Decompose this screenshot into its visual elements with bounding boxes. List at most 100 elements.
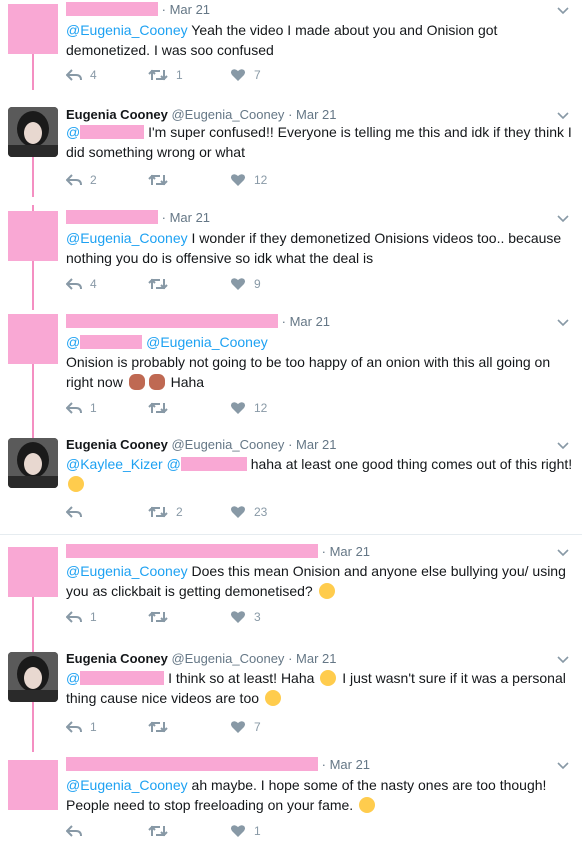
tweet-1[interactable]: · Mar 21 @Eugenia_Cooney Yeah the video … <box>0 0 582 95</box>
reply-icon <box>66 721 82 733</box>
retweet-button[interactable] <box>148 720 176 734</box>
reply-button[interactable]: 1 <box>66 401 97 415</box>
caret-down-icon[interactable] <box>556 212 570 226</box>
mention-link[interactable]: @ <box>167 456 181 472</box>
avatar[interactable] <box>8 107 58 157</box>
like-button[interactable]: 7 <box>230 720 261 734</box>
display-name[interactable]: Eugenia Cooney <box>66 107 168 122</box>
like-icon <box>231 278 245 290</box>
smiling-face-icon <box>320 670 337 686</box>
mention-link[interactable]: @Eugenia_Cooney <box>146 334 268 350</box>
tweet-date[interactable]: Mar 21 <box>330 544 370 559</box>
tweet-date[interactable]: Mar 21 <box>296 651 336 666</box>
mention-link[interactable]: @Eugenia_Cooney <box>66 22 188 38</box>
display-name[interactable]: Eugenia Cooney <box>66 437 168 452</box>
avatar-redacted[interactable] <box>8 760 58 810</box>
retweet-button[interactable] <box>148 824 176 838</box>
tweet-3[interactable]: · Mar 21 @Eugenia_Cooney I wonder if the… <box>0 205 582 310</box>
like-count: 1 <box>254 824 261 838</box>
avatar-photo <box>8 652 58 702</box>
tweet-6[interactable]: · Mar 21 @Eugenia_Cooney Does this mean … <box>0 535 582 642</box>
retweet-button[interactable] <box>148 610 176 624</box>
thread-line <box>32 364 34 428</box>
caret-down-icon[interactable] <box>556 759 570 773</box>
retweet-button[interactable] <box>148 173 176 187</box>
avatar-photo <box>8 107 58 157</box>
tweet-5[interactable]: Eugenia Cooney @Eugenia_Cooney · Mar 21 … <box>0 428 582 534</box>
tweet-date[interactable]: Mar 21 <box>170 210 210 225</box>
like-button[interactable]: 23 <box>230 505 267 519</box>
tweet-text: @Kaylee_Kizer @ haha at least one good t… <box>66 454 574 494</box>
mention-link[interactable]: @Eugenia_Cooney <box>66 230 188 246</box>
avatar-redacted[interactable] <box>8 211 58 261</box>
reply-button[interactable]: 1 <box>66 720 97 734</box>
caret-down-icon[interactable] <box>556 546 570 560</box>
like-button[interactable]: 12 <box>230 401 267 415</box>
mention-link[interactable]: @Kaylee_Kizer <box>66 456 163 472</box>
like-button[interactable]: 1 <box>230 824 261 838</box>
reply-button[interactable]: 4 <box>66 68 97 82</box>
avatar-redacted[interactable] <box>8 547 58 597</box>
mention-link[interactable]: @ <box>66 670 80 686</box>
user-handle[interactable]: @Eugenia_Cooney <box>171 437 284 452</box>
avatar-redacted[interactable] <box>8 314 58 364</box>
reply-icon <box>66 69 82 81</box>
reply-button[interactable]: 1 <box>66 610 97 624</box>
reply-icon <box>66 174 82 186</box>
caret-down-icon[interactable] <box>556 439 570 453</box>
tweet-8[interactable]: · Mar 21 @Eugenia_Cooney ah maybe. I hop… <box>0 752 582 852</box>
smiling-face-icon <box>359 797 376 813</box>
mention-link[interactable]: @ <box>66 124 80 140</box>
tweet-date[interactable]: Mar 21 <box>296 437 336 452</box>
tweet-date[interactable]: Mar 21 <box>290 314 330 329</box>
tweet-4[interactable]: · Mar 21 @ @Eugenia_Cooney Onision is pr… <box>0 310 582 428</box>
caret-down-icon[interactable] <box>556 316 570 330</box>
reply-button[interactable] <box>66 505 90 519</box>
user-handle[interactable]: @Eugenia_Cooney <box>171 107 284 122</box>
tweet-date[interactable]: Mar 21 <box>170 2 210 17</box>
tweet-text: @ @Eugenia_Cooney Onision is probably no… <box>66 334 551 390</box>
retweet-button[interactable]: 1 <box>148 68 183 82</box>
caret-down-icon[interactable] <box>556 653 570 667</box>
display-name[interactable]: Eugenia Cooney <box>66 651 168 666</box>
caret-down-icon[interactable] <box>556 109 570 123</box>
user-handle[interactable]: @Eugenia_Cooney <box>171 651 284 666</box>
tweet-2[interactable]: Eugenia Cooney @Eugenia_Cooney · Mar 21 … <box>0 95 582 205</box>
reply-count: 4 <box>90 277 97 291</box>
retweet-icon <box>148 825 168 837</box>
redacted-username[interactable] <box>66 210 158 224</box>
mention-link[interactable]: @Eugenia_Cooney <box>66 563 188 579</box>
reply-button[interactable]: 4 <box>66 277 97 291</box>
redacted-username[interactable] <box>66 314 278 328</box>
redacted-username[interactable] <box>66 2 158 16</box>
reply-button[interactable] <box>66 824 90 838</box>
retweet-button[interactable]: 2 <box>148 505 183 519</box>
thread-line <box>32 428 34 438</box>
tweet-date[interactable]: Mar 21 <box>296 107 336 122</box>
reply-button[interactable]: 2 <box>66 173 97 187</box>
avatar-redacted[interactable] <box>8 4 58 54</box>
like-button[interactable]: 12 <box>230 173 267 187</box>
tweet-text: @Eugenia_Cooney Does this mean Onision a… <box>66 563 566 599</box>
see-no-evil-monkey-icon <box>128 374 145 390</box>
like-button[interactable]: 3 <box>230 610 261 624</box>
retweet-icon <box>148 721 168 733</box>
like-button[interactable]: 7 <box>230 68 261 82</box>
avatar[interactable] <box>8 438 58 488</box>
like-count: 7 <box>254 68 261 82</box>
retweet-button[interactable] <box>148 277 176 291</box>
like-count: 12 <box>254 173 268 187</box>
tweet-date[interactable]: Mar 21 <box>330 757 370 772</box>
tweet-header: · Mar 21 <box>66 210 210 226</box>
mention-link[interactable]: @Eugenia_Cooney <box>66 777 188 793</box>
caret-down-icon[interactable] <box>556 4 570 18</box>
redacted-mention <box>80 125 145 139</box>
redacted-username[interactable] <box>66 544 318 558</box>
redacted-username[interactable] <box>66 757 318 771</box>
avatar[interactable] <box>8 652 58 702</box>
like-button[interactable]: 9 <box>230 277 261 291</box>
retweet-button[interactable] <box>148 401 176 415</box>
tweet-7[interactable]: Eugenia Cooney @Eugenia_Cooney · Mar 21 … <box>0 642 582 752</box>
thread-line <box>32 261 34 310</box>
mention-link[interactable]: @ <box>66 334 80 350</box>
